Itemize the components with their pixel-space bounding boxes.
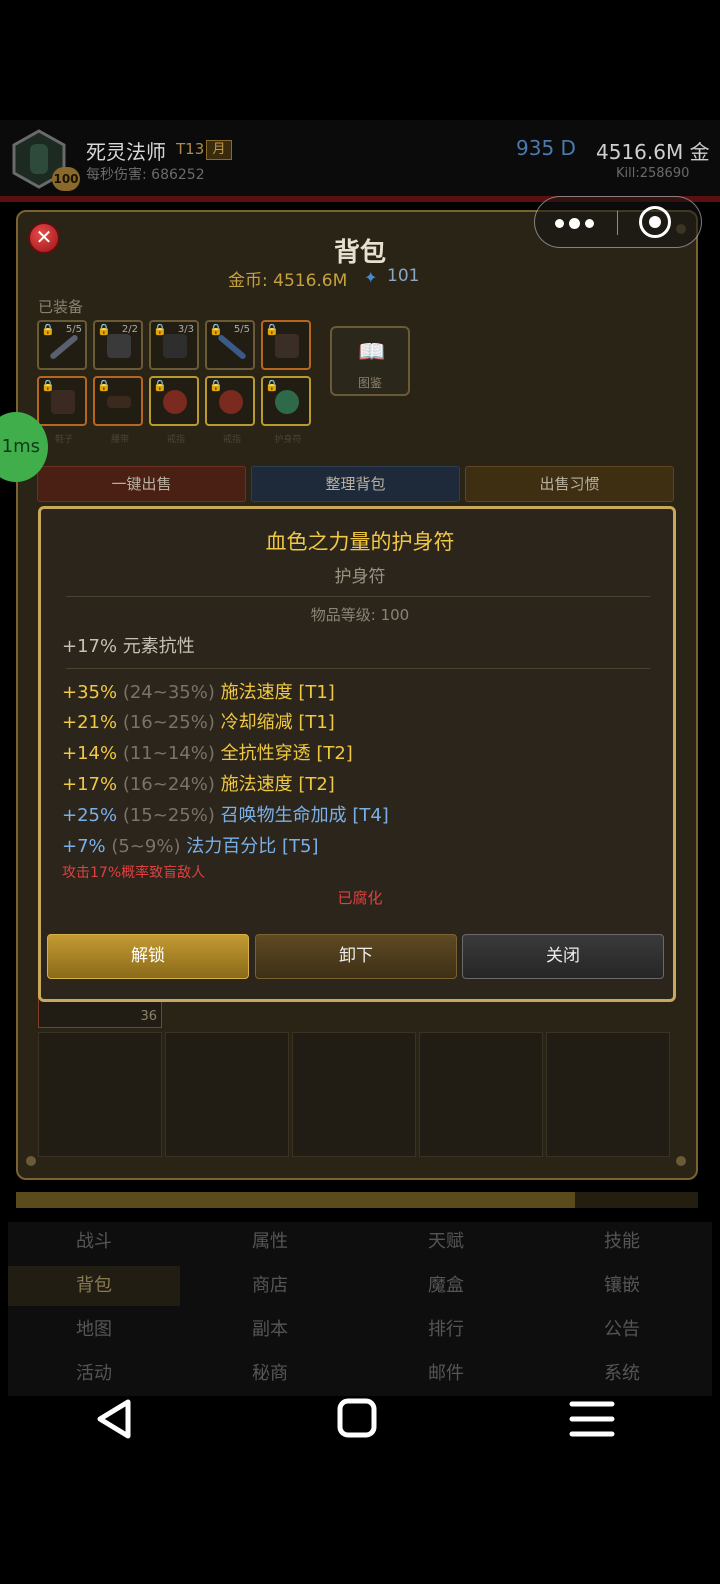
affix-line: +14% (11~14%) 全抗性穿透 [T2] (62, 743, 353, 764)
equip-slot-amulet[interactable]: 🔒 护身符 (261, 376, 311, 445)
unequip-button[interactable]: 卸下 (255, 934, 457, 979)
slot-count: 5/5 (65, 324, 82, 335)
lock-icon: 🔒 (209, 379, 223, 392)
nav-inlay[interactable]: 镶嵌 (536, 1266, 708, 1306)
menu-icon[interactable] (562, 1394, 622, 1444)
equip-slot-belt[interactable]: 🔒 腰带 (93, 376, 143, 445)
cell-count: 36 (140, 1009, 157, 1024)
gold-count: 4516.6M 金 (596, 140, 710, 164)
diamond-icon: ✦ (364, 268, 378, 287)
close-button[interactable]: 关闭 (462, 934, 664, 979)
helmet-icon (107, 334, 131, 358)
sword-icon (49, 333, 79, 361)
item-type: 护身符 (334, 567, 386, 587)
nav-announcement[interactable]: 公告 (536, 1310, 708, 1350)
gloves-icon (275, 334, 299, 358)
exit-miniprogram-icon[interactable] (639, 206, 671, 238)
backpack-diamonds: 101 (387, 266, 420, 286)
bottom-nav: 战斗 属性 天赋 技能 背包 商店 魔盒 镶嵌 地图 副本 排行 公告 活动 秘… (8, 1222, 712, 1396)
equip-slot-helmet[interactable]: 🔒 2/2 (93, 320, 143, 370)
nav-talents[interactable]: 天赋 (360, 1222, 532, 1262)
dps-readout: 每秒伤害: 686252 (86, 167, 205, 183)
ring-icon (163, 390, 187, 414)
affix-line: +25% (15~25%) 召唤物生命加成 [T4] (62, 805, 389, 826)
tier-label: T13 (176, 140, 205, 158)
nav-map[interactable]: 地图 (8, 1310, 180, 1350)
sort-backpack-button[interactable]: 整理背包 (251, 466, 460, 502)
staff-icon (217, 333, 247, 361)
affix-line: +35% (24~35%) 施法速度 [T1] (62, 682, 335, 703)
item-level: 物品等级: 100 (310, 606, 410, 624)
class-name: 死灵法师 (86, 140, 166, 164)
lock-icon: 🔒 (97, 379, 111, 392)
inventory-cell[interactable] (546, 1032, 670, 1157)
equip-slot-offhand[interactable]: 🔒 5/5 (205, 320, 255, 370)
nav-skills[interactable]: 技能 (536, 1222, 708, 1262)
ring-icon (219, 390, 243, 414)
divider (66, 596, 650, 597)
nav-shop[interactable]: 商店 (184, 1266, 356, 1306)
kill-count: Kill:258690 (616, 166, 690, 181)
inventory-cell[interactable] (292, 1032, 416, 1157)
miniprogram-capsule (534, 196, 702, 248)
nav-ranking[interactable]: 排行 (360, 1310, 532, 1350)
codex-button[interactable]: 📖 图鉴 (330, 326, 410, 396)
affix-line: +7% (5~9%) 法力百分比 [T5] (62, 836, 319, 857)
capsule-divider (617, 211, 618, 235)
amulet-icon (275, 390, 299, 414)
lock-icon: 🔒 (153, 379, 167, 392)
inventory-cell[interactable] (419, 1032, 543, 1157)
panel-rivet (26, 1156, 36, 1166)
belt-icon (107, 396, 131, 408)
slot-caption: 腰带 (110, 435, 129, 445)
divider (66, 668, 650, 669)
slot-caption: 戒指 (166, 435, 185, 445)
experience-bar (16, 1192, 698, 1208)
sell-habit-button[interactable]: 出售习惯 (465, 466, 674, 502)
nav-attributes[interactable]: 属性 (184, 1222, 356, 1262)
sell-all-button[interactable]: 一键出售 (37, 466, 246, 502)
equip-slot-ring-1[interactable]: 🔒 戒指 (149, 376, 199, 445)
android-nav-bar (0, 1384, 720, 1454)
lock-icon: 🔒 (265, 379, 279, 392)
slot-caption: 护身符 (274, 435, 302, 445)
backpack-gold: 金币: 4516.6M (228, 271, 348, 291)
item-name: 血色之力量的护身符 (265, 530, 455, 554)
panel-rivet (676, 1156, 686, 1166)
armor-icon (163, 334, 187, 358)
equipped-label: 已装备 (38, 298, 84, 316)
month-card-badge: 月 (206, 140, 232, 160)
equip-slot-weapon[interactable]: 🔒 5/5 (37, 320, 87, 370)
equip-slot-ring-2[interactable]: 🔒 戒指 (205, 376, 255, 445)
nav-battle[interactable]: 战斗 (8, 1222, 180, 1262)
back-icon[interactable] (88, 1394, 148, 1444)
equip-slot-gloves[interactable]: 🔒 (261, 320, 311, 370)
nav-dungeon[interactable]: 副本 (184, 1310, 356, 1350)
codex-label: 图鉴 (357, 376, 382, 390)
affix-line: +17% (16~24%) 施法速度 [T2] (62, 774, 335, 795)
experience-fill (16, 1192, 576, 1208)
special-effect: 攻击17%概率致盲敌人 (62, 865, 206, 881)
inventory-cell[interactable] (38, 1032, 162, 1157)
corrupted-label: 已腐化 (337, 889, 383, 907)
more-icon[interactable] (553, 213, 603, 233)
lock-icon: 🔒 (41, 323, 55, 336)
equip-slot-boots[interactable]: 🔒 鞋子 (37, 376, 87, 445)
nav-backpack[interactable]: 背包 (8, 1266, 180, 1306)
affix-line: +21% (16~25%) 冷却缩减 [T1] (62, 712, 335, 733)
boots-icon (51, 390, 75, 414)
equip-slot-armor[interactable]: 🔒 3/3 (149, 320, 199, 370)
home-icon[interactable] (328, 1394, 388, 1444)
slot-caption: 戒指 (222, 435, 241, 445)
level-badge: 100 (52, 167, 80, 191)
unlock-button[interactable]: 解锁 (47, 934, 249, 979)
nav-magic-box[interactable]: 魔盒 (360, 1266, 532, 1306)
slot-caption: 鞋子 (54, 435, 73, 445)
book-icon: 📖 (358, 340, 386, 365)
inventory-cell[interactable] (165, 1032, 289, 1157)
slot-count: 5/5 (233, 324, 250, 335)
diamond-count: 935 D (516, 136, 576, 160)
implicit-affix: +17% 元素抗性 (62, 636, 195, 657)
